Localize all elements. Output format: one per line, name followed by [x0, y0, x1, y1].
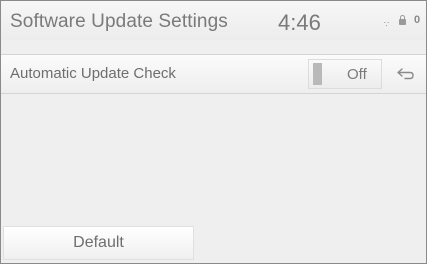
- status-count: 0: [414, 14, 421, 26]
- back-arrow-icon: [397, 68, 414, 80]
- automatic-update-check-toggle[interactable]: Off: [308, 59, 382, 89]
- automatic-update-check-label: Automatic Update Check: [10, 65, 176, 82]
- signal-icon: ∵: [384, 20, 390, 29]
- clock: 4:46: [278, 10, 321, 35]
- lock-icon: [399, 15, 406, 25]
- screen: Software Update Settings 4:46 ∵ 0 Automa…: [0, 0, 427, 264]
- header-bar: Software Update Settings 4:46 ∵ 0: [1, 1, 426, 40]
- toggle-indicator: [313, 63, 322, 85]
- default-button[interactable]: Default: [3, 226, 194, 260]
- toggle-value: Off: [347, 66, 367, 83]
- page-title: Software Update Settings: [10, 11, 228, 32]
- automatic-update-check-row[interactable]: Automatic Update Check Off: [1, 54, 426, 94]
- back-button[interactable]: [389, 59, 422, 89]
